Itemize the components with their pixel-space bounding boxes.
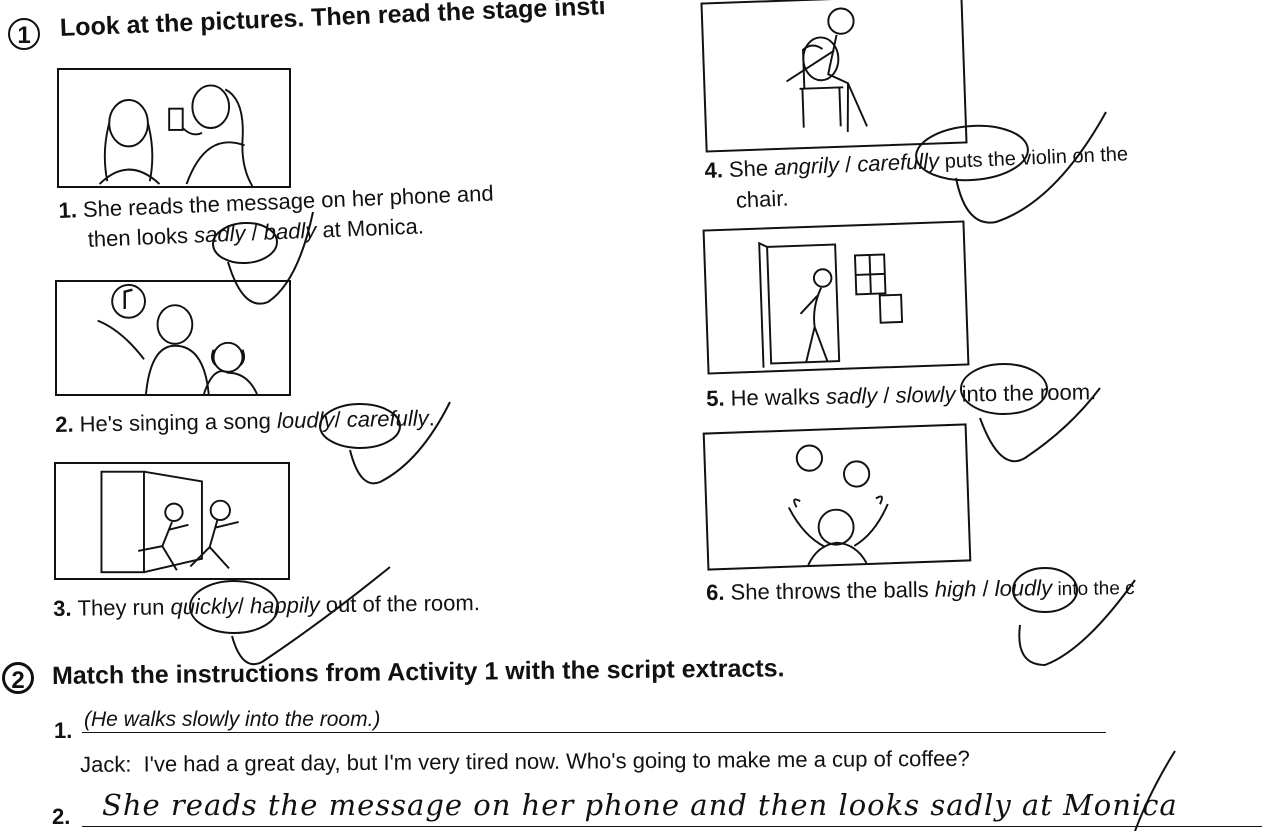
- activity1-header: 1: [8, 18, 40, 50]
- item-2-option-b[interactable]: carefully: [347, 405, 429, 431]
- item-3-option-a[interactable]: quickly: [170, 593, 238, 619]
- item-4-option-a[interactable]: angrily: [774, 152, 840, 180]
- picture-1: [57, 68, 291, 188]
- item-2-option-a[interactable]: loudly: [277, 407, 335, 433]
- boys-running-illustration: [100, 470, 239, 574]
- answer-1-field[interactable]: (He walks slowly into the room.): [82, 706, 1106, 733]
- item-1-option-a[interactable]: sadly: [194, 221, 246, 248]
- man-singing-illustration: [97, 283, 258, 394]
- item-1-text-end: at Monica.: [315, 213, 425, 243]
- activity2-number-badge: 2: [2, 662, 34, 694]
- item-2-separator: /: [334, 406, 347, 433]
- activity2-header: 2: [2, 662, 34, 694]
- item-2-number: 2.: [55, 411, 74, 437]
- item-1-separator: /: [244, 219, 265, 246]
- item-3-text: They run: [77, 594, 171, 621]
- item-5: 5. He walks sadly / slowly into the room.: [706, 377, 1096, 414]
- item-1-number: 1.: [58, 197, 78, 223]
- item-4-option-b[interactable]: carefully: [857, 148, 940, 176]
- activity2-heading: Match the instructions from Activity 1 w…: [51, 654, 785, 690]
- answer-2: 2.: [52, 802, 76, 832]
- woman-violin-chair-illustration: [786, 7, 868, 132]
- item-5-text-end: into the room.: [955, 379, 1097, 407]
- answer-1-text: (He walks slowly into the room.): [84, 708, 381, 731]
- picture-3: [54, 462, 290, 580]
- item-4-text: She: [728, 155, 775, 182]
- item-5-text: He walks: [730, 383, 827, 411]
- activity1-heading: Look at the pictures. Then read the stag…: [59, 0, 607, 42]
- girl-juggling-illustration: [787, 444, 889, 566]
- item-2-text-end: .: [428, 405, 435, 431]
- item-6-separator: /: [976, 575, 995, 602]
- item-6-number: 6.: [706, 579, 725, 605]
- answer-2-number: 2.: [52, 804, 71, 829]
- script-extract: Jack: I've had a great day, but I'm very…: [80, 744, 970, 780]
- item-6: 6. She throws the balls high / loudly int…: [706, 572, 1135, 610]
- item-2: 2. He's singing a song loudly/ carefully.: [55, 403, 435, 440]
- script-speaker: Jack:: [80, 751, 132, 777]
- item-1-option-b[interactable]: badly: [263, 218, 317, 245]
- answer-1-number: 1.: [54, 718, 73, 743]
- item-5-option-b[interactable]: slowly: [895, 382, 955, 408]
- man-walking-in-door-illustration: [758, 241, 904, 368]
- picture-5: [702, 220, 970, 375]
- item-6-text: She throws the balls: [730, 576, 935, 605]
- picture-4: [700, 0, 968, 153]
- item-6-text-end: into the c: [1052, 578, 1135, 601]
- item-4-text-line2: chair.: [735, 185, 789, 213]
- picture-2: [55, 280, 291, 396]
- item-2-text: He's singing a song: [79, 408, 278, 437]
- item-1-text-line2: then looks: [87, 222, 195, 252]
- item-5-separator: /: [877, 382, 896, 409]
- item-6-option-a[interactable]: high: [935, 576, 977, 602]
- item-3: 3. They run quickly/ happily out of the r…: [53, 588, 480, 624]
- answer-2-handwritten-text: She reads the message on her phone and t…: [102, 790, 1178, 822]
- item-4-text-end: puts the violin on the: [938, 143, 1129, 174]
- item-3-separator: /: [237, 593, 251, 619]
- activity1-number-badge: 1: [8, 18, 40, 50]
- answer-2-field[interactable]: She reads the message on her phone and t…: [82, 790, 1262, 827]
- answer-1: 1.: [54, 716, 78, 746]
- item-3-text-end: out of the room.: [319, 590, 481, 618]
- item-3-number: 3.: [53, 595, 72, 621]
- item-4-number: 4.: [704, 157, 724, 183]
- script-line: I've had a great day, but I'm very tired…: [143, 745, 970, 777]
- item-6-option-b[interactable]: loudly: [995, 575, 1053, 601]
- two-girls-phone-illustration: [98, 84, 254, 186]
- item-1: 1. She reads the message on her phone and…: [58, 179, 495, 256]
- item-5-number: 5.: [706, 385, 725, 411]
- picture-6: [702, 423, 972, 571]
- item-5-option-a[interactable]: sadly: [826, 383, 878, 409]
- item-4-separator: /: [838, 151, 858, 178]
- item-3-option-b[interactable]: happily: [250, 592, 320, 618]
